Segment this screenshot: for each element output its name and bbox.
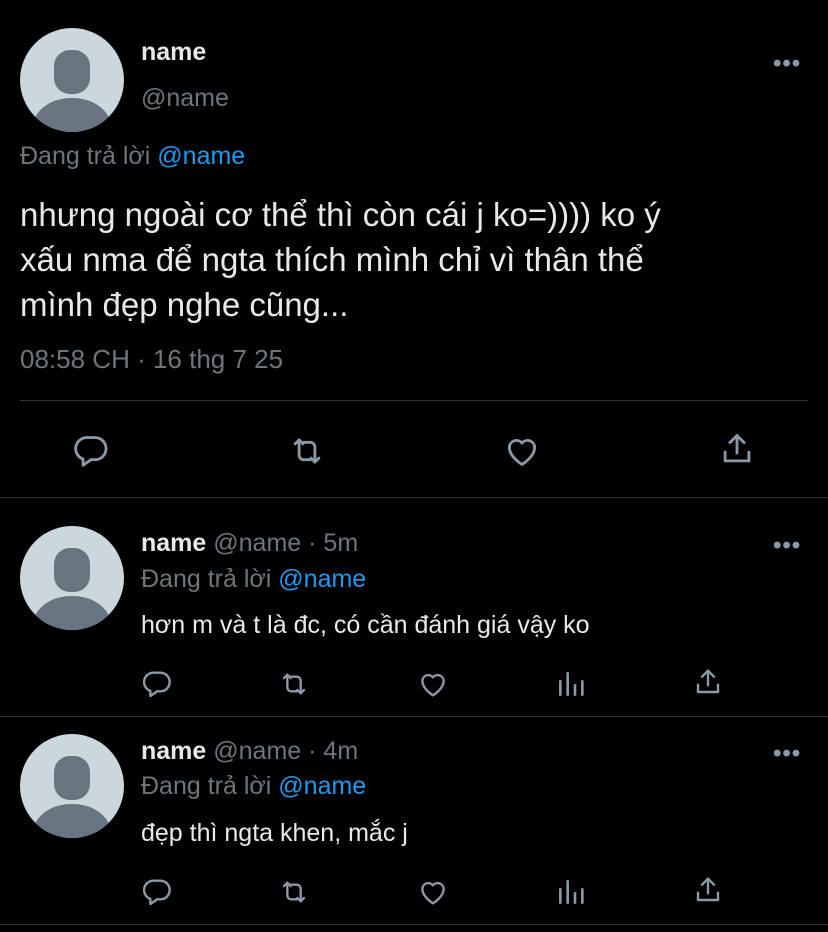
display-name[interactable]: name: [141, 529, 206, 557]
replying-to: Đang trả lời @name: [141, 565, 366, 594]
reply-icon[interactable]: [72, 432, 110, 470]
analytics-icon[interactable]: [555, 668, 587, 700]
more-options-icon[interactable]: •••: [773, 50, 801, 78]
display-name[interactable]: name: [141, 737, 206, 765]
replying-prefix: Đang trả lời: [141, 772, 272, 800]
more-options-icon[interactable]: •••: [773, 532, 801, 560]
avatar[interactable]: [20, 526, 124, 630]
share-icon[interactable]: [692, 666, 724, 698]
handle[interactable]: @name: [141, 84, 229, 113]
retweet-icon[interactable]: [277, 876, 311, 908]
handle[interactable]: @name: [213, 529, 301, 557]
tweet-text-line: mình đẹp nghe cũng...: [20, 286, 349, 323]
separator-dot: ·: [308, 737, 317, 765]
divider: [20, 400, 808, 401]
reply-icon[interactable]: [141, 876, 173, 908]
replying-to-handle[interactable]: @name: [157, 142, 245, 170]
separator-dot: ·: [308, 529, 317, 557]
retweet-icon[interactable]: [277, 668, 311, 700]
tweet-text: nhưng ngoài cơ thể thì còn cái j ko=))))…: [20, 192, 661, 327]
divider: [0, 924, 828, 925]
retweet-icon[interactable]: [287, 432, 327, 470]
tweet-text-line: nhưng ngoài cơ thể thì còn cái j ko=))))…: [20, 196, 661, 233]
default-avatar-icon: [30, 50, 114, 132]
like-icon[interactable]: [416, 668, 450, 700]
analytics-icon[interactable]: [555, 876, 587, 908]
replying-prefix: Đang trả lời: [20, 142, 151, 170]
share-icon[interactable]: [692, 874, 724, 906]
relative-time[interactable]: 4m: [323, 737, 358, 765]
like-icon[interactable]: [416, 876, 450, 908]
default-avatar-icon: [30, 548, 114, 630]
divider: [0, 716, 828, 717]
divider: [0, 497, 828, 498]
avatar[interactable]: [20, 28, 124, 132]
replying-to: Đang trả lời @name: [20, 142, 245, 171]
handle[interactable]: @name: [213, 737, 301, 765]
like-icon[interactable]: [502, 432, 542, 470]
reply-icon[interactable]: [141, 668, 173, 700]
timestamp[interactable]: 08:58 CH · 16 thg 7 25: [20, 344, 283, 375]
replying-to: Đang trả lời @name: [141, 772, 366, 801]
tweet-text: đẹp thì ngta khen, mắc j: [141, 819, 408, 847]
replying-to-handle[interactable]: @name: [278, 772, 366, 800]
reply-header: name @name · 5m: [141, 529, 358, 558]
tweet-text-line: xấu nma để ngta thích mình chỉ vì thân t…: [20, 241, 644, 278]
replying-prefix: Đang trả lời: [141, 565, 272, 593]
reply-header: name @name · 4m: [141, 737, 358, 766]
avatar[interactable]: [20, 734, 124, 838]
replying-to-handle[interactable]: @name: [278, 565, 366, 593]
share-icon[interactable]: [718, 430, 756, 468]
more-options-icon[interactable]: •••: [773, 740, 801, 768]
relative-time[interactable]: 5m: [323, 529, 358, 557]
display-name[interactable]: name: [141, 38, 206, 67]
tweet-text: hơn m và t là đc, có cần đánh giá vậy ko: [141, 611, 590, 639]
default-avatar-icon: [30, 756, 114, 838]
